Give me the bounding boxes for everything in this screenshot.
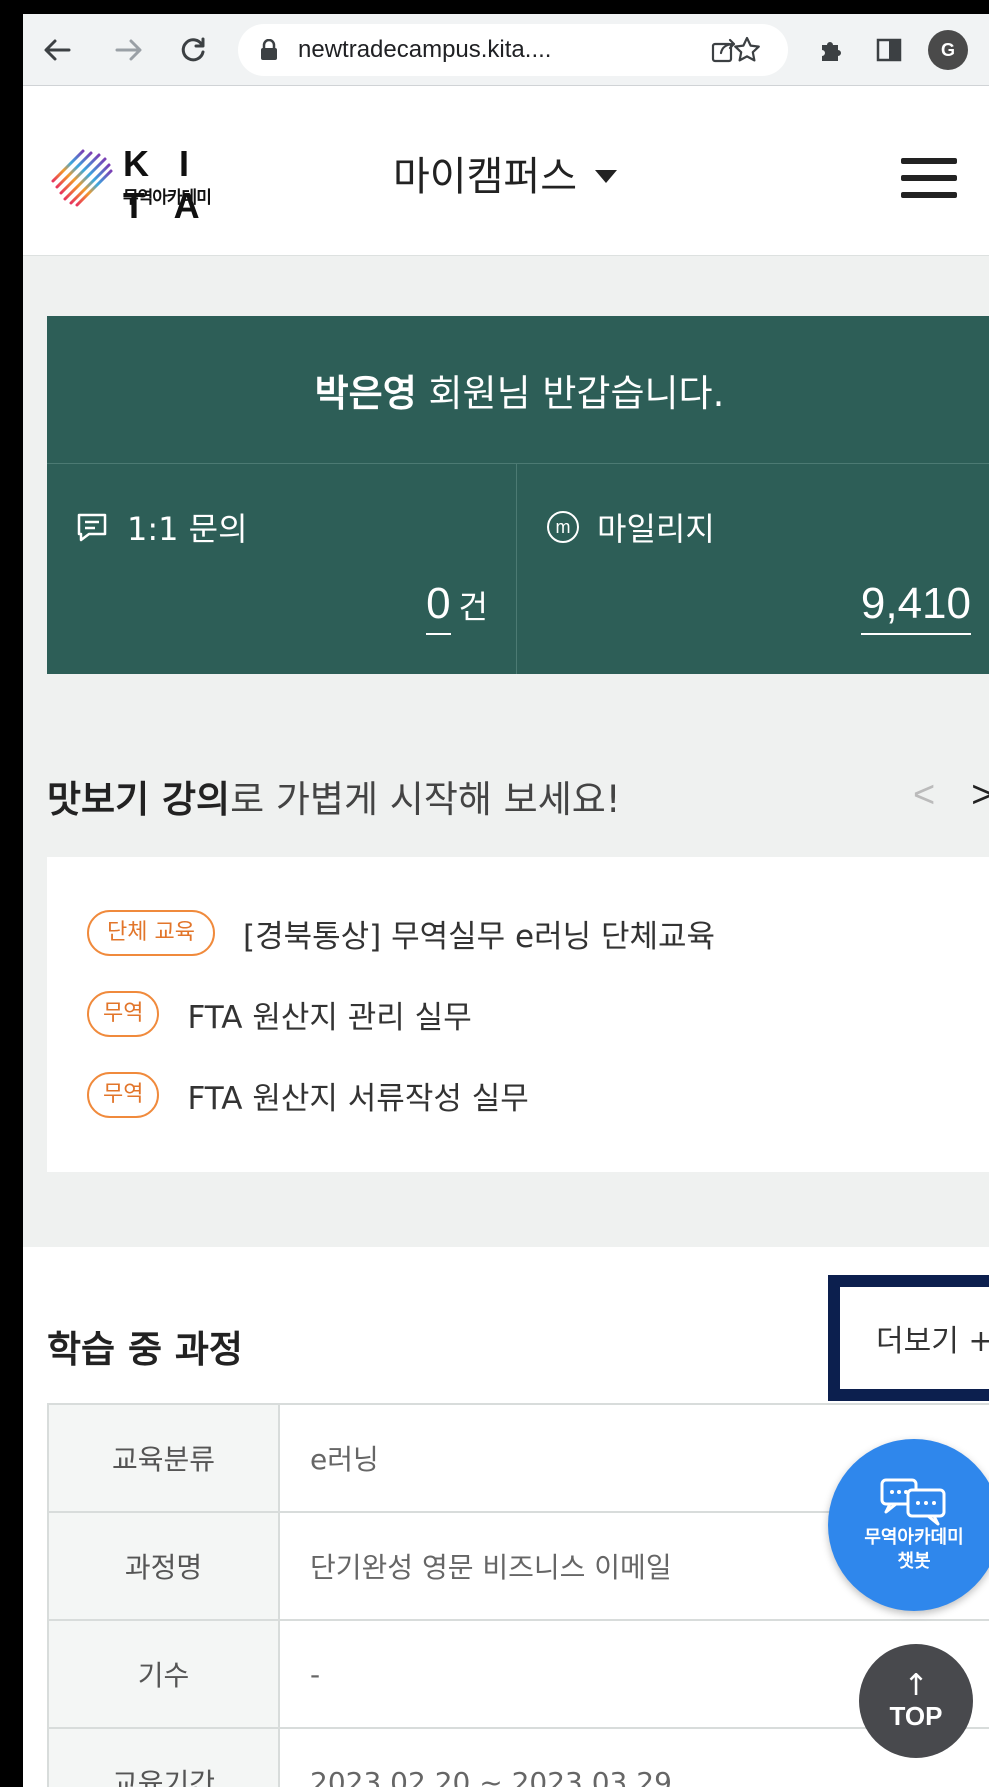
chat-bubble-icon <box>77 513 107 542</box>
preview-item[interactable]: 무역 FTA 원산지 관리 실무 <box>87 990 989 1038</box>
lock-icon <box>261 39 277 60</box>
hamburger-menu-icon[interactable] <box>901 158 957 198</box>
chatbot-button[interactable]: 무역아카데미 챗봇 <box>828 1439 989 1611</box>
kita-logo[interactable]: K I T A 무역아카데미 <box>47 141 247 226</box>
table-key: 교육분류 <box>47 1403 280 1513</box>
table-key: 과정명 <box>47 1511 280 1621</box>
chatbot-label-line1: 무역아카데미 <box>864 1527 964 1548</box>
site-header: K I T A 무역아카데미 마이캠퍼스 <box>23 86 989 256</box>
welcome-card: 박은영 회원님 반갑습니다. 1:1 문의 0 건 m 마일리지 9,410 <box>47 316 989 674</box>
greeting-text: 회원님 반갑습니다. <box>416 371 725 415</box>
profile-avatar[interactable]: G <box>928 30 968 70</box>
logo-subtext: 무역아카데미 <box>123 188 212 208</box>
learning-title: 학습 중 과정 <box>47 1328 243 1371</box>
preview-heading-rest: 로 가볍게 시작해 보세요! <box>230 778 621 821</box>
table-row: 교육기간 2023.02.20 ~ 2023.03.29 <box>47 1727 989 1787</box>
forward-icon[interactable] <box>111 28 147 72</box>
preview-item-title: FTA 원산지 관리 실무 <box>187 999 472 1036</box>
side-panel-icon[interactable] <box>871 28 907 72</box>
mileage-panel[interactable]: m 마일리지 9,410 <box>517 464 989 674</box>
table-key: 기수 <box>47 1619 280 1729</box>
kita-logo-mark-icon <box>51 149 113 207</box>
preview-heading: 맛보기 강의로 가볍게 시작해 보세요! <box>47 769 621 823</box>
arrow-up-icon: ↑ <box>903 1667 929 1703</box>
more-button[interactable]: 더보기 + <box>828 1275 989 1401</box>
top-label: TOP <box>889 1700 943 1731</box>
category-tag: 단체 교육 <box>87 910 215 956</box>
chevron-left-icon[interactable]: < <box>913 774 935 817</box>
star-icon[interactable] <box>729 28 765 72</box>
mileage-icon: m <box>547 511 579 543</box>
course-table: 교육분류 e러닝 과정명 단기완성 영문 비즈니스 이메일 기수 - 교육기간 … <box>47 1403 989 1787</box>
extensions-icon[interactable] <box>813 28 849 72</box>
reload-icon[interactable] <box>175 28 211 72</box>
inquiry-count[interactable]: 0 건 <box>426 579 488 635</box>
chatbot-bubbles-icon <box>880 1478 946 1526</box>
mileage-value: 9,410 <box>860 579 971 635</box>
chatbot-label-line2: 챗봇 <box>897 1551 931 1572</box>
mileage-amount[interactable]: 9,410 <box>860 579 971 635</box>
url-text: newtradecampus.kita.... <box>298 36 552 63</box>
address-bar[interactable]: newtradecampus.kita.... <box>238 24 788 76</box>
mycampus-label: 마이캠퍼스 <box>393 154 577 200</box>
scroll-top-button[interactable]: ↑ TOP <box>859 1644 973 1758</box>
inquiry-panel[interactable]: 1:1 문의 0 건 <box>47 464 517 674</box>
mycampus-dropdown[interactable]: 마이캠퍼스 <box>393 144 617 202</box>
preview-item-title: [경북통상] 무역실무 e러닝 단체교육 <box>242 918 716 955</box>
table-row: 기수 - <box>47 1619 989 1729</box>
inquiry-label-row: 1:1 문의 <box>75 504 248 550</box>
category-tag: 무역 <box>87 991 160 1037</box>
category-tag: 무역 <box>87 1072 160 1118</box>
table-key: 교육기간 <box>47 1727 280 1787</box>
inquiry-label: 1:1 문의 <box>127 510 248 548</box>
welcome-greeting: 박은영 회원님 반갑습니다. <box>47 316 989 464</box>
mileage-label-row: m 마일리지 <box>547 504 715 550</box>
back-icon[interactable] <box>39 28 75 72</box>
preview-list: 단체 교육 [경북통상] 무역실무 e러닝 단체교육 무역 FTA 원산지 관리… <box>47 857 989 1172</box>
chevron-right-icon[interactable]: > <box>971 774 989 817</box>
browser-frame: newtradecampus.kita.... G K I T A 무역아카데미… <box>19 14 989 1787</box>
preview-item[interactable]: 단체 교육 [경북통상] 무역실무 e러닝 단체교육 <box>87 909 989 957</box>
member-name: 박은영 <box>314 371 417 415</box>
preview-carousel-nav: < > <box>913 774 989 817</box>
caret-down-icon <box>595 169 617 183</box>
inquiry-value: 0 <box>426 579 451 635</box>
preview-item-title: FTA 원산지 서류작성 실무 <box>187 1080 529 1117</box>
inquiry-unit: 건 <box>458 589 488 625</box>
preview-heading-bold: 맛보기 강의 <box>47 778 231 821</box>
mileage-label: 마일리지 <box>597 510 715 548</box>
preview-item[interactable]: 무역 FTA 원산지 서류작성 실무 <box>87 1071 989 1119</box>
browser-toolbar: newtradecampus.kita.... G <box>23 14 989 86</box>
